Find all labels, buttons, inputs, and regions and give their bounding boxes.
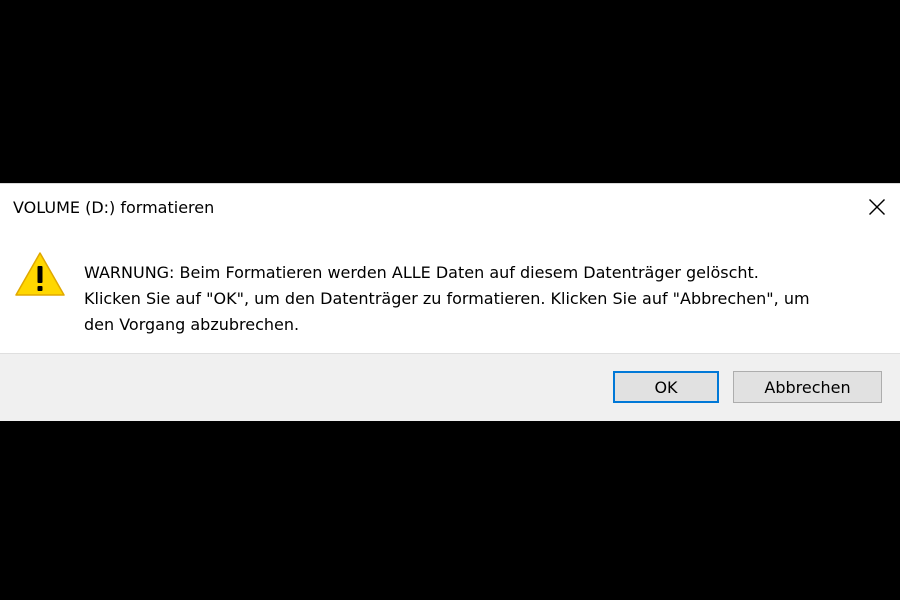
close-icon [869, 199, 885, 215]
close-button[interactable] [860, 190, 894, 224]
dialog-footer: OK Abbrechen [0, 353, 900, 421]
cancel-button[interactable]: Abbrechen [733, 371, 882, 403]
dialog-title: VOLUME (D:) formatieren [13, 198, 215, 217]
warning-message: WARNUNG: Beim Formatieren werden ALLE Da… [84, 263, 810, 334]
ok-button[interactable]: OK [613, 371, 719, 403]
format-dialog: VOLUME (D:) formatieren WARNUNG: Beim Fo… [0, 183, 900, 421]
dialog-titlebar[interactable]: VOLUME (D:) formatieren [0, 184, 900, 232]
warning-icon [15, 252, 65, 296]
dialog-content: WARNUNG: Beim Formatieren werden ALLE Da… [0, 232, 900, 352]
